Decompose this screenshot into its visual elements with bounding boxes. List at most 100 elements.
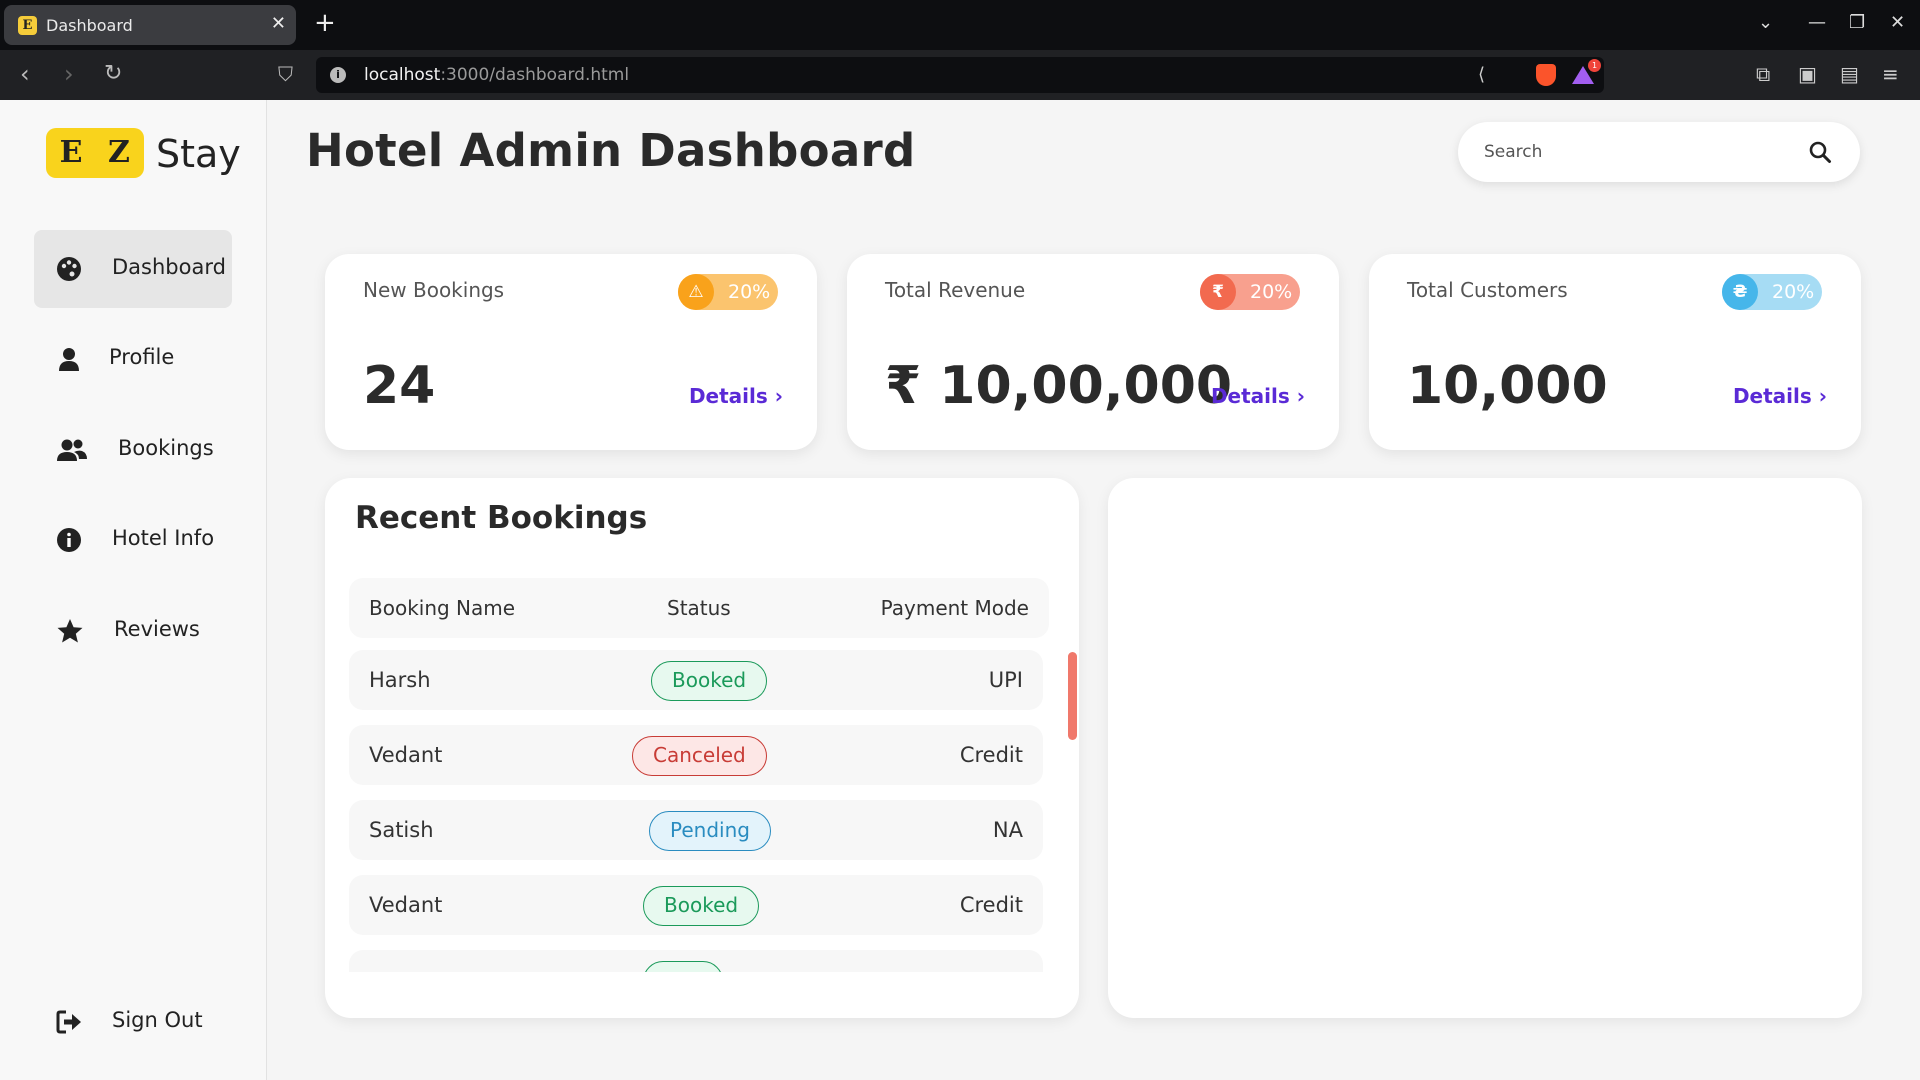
stat-card-total-customers: Total Customers ₴ 20% 10,000 Details › xyxy=(1369,254,1861,450)
stat-badge: ₴ 20% xyxy=(1722,274,1822,310)
status-badge: Pending xyxy=(649,811,771,851)
search-icon[interactable] xyxy=(1808,140,1832,164)
stat-badge: ⚠ 20% xyxy=(678,274,778,310)
close-window-icon[interactable]: ✕ xyxy=(1890,12,1905,33)
sign-out-label: Sign Out xyxy=(112,1008,203,1032)
bookings-list[interactable]: Harsh Booked UPI Vedant Canceled Credit … xyxy=(349,650,1049,972)
payment-mode: UPI xyxy=(988,668,1023,692)
close-tab-icon[interactable]: ✕ xyxy=(271,13,286,34)
back-icon[interactable]: ‹ xyxy=(20,60,30,88)
panel-title: Recent Bookings xyxy=(355,500,648,536)
booking-name: Vedant xyxy=(369,893,443,917)
logo-word: Stay xyxy=(156,132,241,176)
sidebar-item-profile[interactable]: Profile xyxy=(34,320,232,398)
sidebar-item-label: Reviews xyxy=(114,617,200,641)
search-box[interactable] xyxy=(1458,122,1860,182)
stat-value: 24 xyxy=(363,356,436,416)
site-info-icon[interactable]: i xyxy=(330,67,346,83)
status-badge: Canceled xyxy=(632,736,767,776)
rupee-icon: ₹ xyxy=(1200,274,1236,310)
reload-icon[interactable]: ↻ xyxy=(104,60,122,88)
sidebar-item-hotel-info[interactable]: Hotel Info xyxy=(34,501,232,579)
column-header-name: Booking Name xyxy=(369,596,516,620)
column-header-payment: Payment Mode xyxy=(880,596,1029,620)
table-header: Booking Name Status Payment Mode xyxy=(349,578,1049,638)
sidebar-item-label: Hotel Info xyxy=(112,526,215,550)
user-icon xyxy=(56,346,82,372)
stat-badge-text: 20% xyxy=(1772,281,1815,303)
page: E Z Stay Dashboard Profile Bookings Hote… xyxy=(0,100,1920,1080)
booking-name: Harsh xyxy=(369,668,431,692)
logo-letter-e: E xyxy=(46,128,96,178)
sidebar-item-label: Profile xyxy=(109,345,175,369)
rewards-count-badge: 1 xyxy=(1588,59,1601,72)
sidebar-item-reviews[interactable]: Reviews xyxy=(34,592,232,670)
table-row[interactable]: Vedant Canceled Credit xyxy=(349,725,1043,785)
stat-title: Total Customers xyxy=(1407,278,1568,302)
restore-icon[interactable]: ❐ xyxy=(1849,12,1865,33)
stat-badge-text: 20% xyxy=(1250,281,1293,303)
browser-toolbar: ‹ › ↻ ⛉ i localhost:3000/dashboard.html … xyxy=(0,50,1920,100)
status-badge: Booked xyxy=(651,661,768,701)
forward-icon[interactable]: › xyxy=(64,60,74,88)
stat-badge: ₹ 20% xyxy=(1200,274,1300,310)
sign-out-button[interactable]: Sign Out xyxy=(34,983,232,1061)
users-icon xyxy=(56,437,88,463)
booking-name: Satish xyxy=(369,818,434,842)
table-row[interactable]: Vedant Booked Credit xyxy=(349,875,1043,935)
stat-badge-text: 20% xyxy=(728,281,771,303)
sidebar-toggle-icon[interactable]: ▣ xyxy=(1798,62,1817,86)
scrollbar-thumb[interactable] xyxy=(1068,652,1077,740)
stat-card-total-revenue: Total Revenue ₹ 20% ₹ 10,00,000 Details … xyxy=(847,254,1339,450)
payment-mode: Credit xyxy=(959,893,1023,917)
table-row[interactable]: Harsh Booked UPI xyxy=(349,650,1043,710)
menu-icon[interactable]: ≡ xyxy=(1882,62,1899,86)
sidebar-item-label: Dashboard xyxy=(112,255,226,279)
details-link[interactable]: Details › xyxy=(689,384,783,408)
tab-title: Dashboard xyxy=(46,16,133,35)
page-title: Hotel Admin Dashboard xyxy=(306,124,916,177)
stat-card-new-bookings: New Bookings ⚠ 20% 24 Details › xyxy=(325,254,817,450)
address-bar[interactable]: i localhost:3000/dashboard.html ⟨ 1 xyxy=(316,57,1604,93)
sidebar-item-bookings[interactable]: Bookings xyxy=(34,411,232,489)
warning-icon: ⚠ xyxy=(678,274,714,310)
star-icon xyxy=(56,618,83,644)
details-link[interactable]: Details › xyxy=(1733,384,1827,408)
browser-tab[interactable]: E Dashboard ✕ xyxy=(4,5,296,45)
info-icon xyxy=(56,527,82,553)
extensions-icon[interactable]: ⧉ xyxy=(1756,62,1770,86)
sidebar-item-label: Bookings xyxy=(118,436,214,460)
stat-title: New Bookings xyxy=(363,278,505,302)
palette-icon xyxy=(56,256,82,282)
payment-mode: Credit xyxy=(959,743,1023,767)
sign-out-icon xyxy=(56,1009,82,1035)
status-badge-partial xyxy=(643,961,723,972)
table-row[interactable] xyxy=(349,950,1043,972)
url-text: localhost:3000/dashboard.html xyxy=(364,65,630,85)
status-badge: Booked xyxy=(643,886,760,926)
tab-list-chevron-icon[interactable]: ⌄ xyxy=(1758,12,1773,33)
brave-shields-icon[interactable] xyxy=(1536,64,1556,86)
column-header-status: Status xyxy=(667,596,731,620)
chart-panel xyxy=(1108,478,1862,1018)
payment-mode: NA xyxy=(992,818,1023,842)
logo-letter-z: Z xyxy=(94,128,144,178)
stat-value: 10,000 xyxy=(1407,356,1608,416)
table-row[interactable]: Satish Pending NA xyxy=(349,800,1043,860)
search-input[interactable] xyxy=(1484,136,1784,168)
hryvnia-icon: ₴ xyxy=(1722,274,1758,310)
recent-bookings-panel: Recent Bookings Booking Name Status Paym… xyxy=(325,478,1079,1018)
sidebar-item-dashboard[interactable]: Dashboard xyxy=(34,230,232,308)
browser-tab-bar: E Dashboard ✕ + ⌄ — ❐ ✕ xyxy=(0,0,1920,50)
bookmark-icon[interactable]: ⛉ xyxy=(278,60,293,88)
share-icon[interactable]: ⟨ xyxy=(1478,64,1485,85)
minimize-icon[interactable]: — xyxy=(1808,12,1826,33)
wallet-icon[interactable]: ▤ xyxy=(1840,62,1859,86)
stat-value: ₹ 10,00,000 xyxy=(885,356,1233,416)
booking-name: Vedant xyxy=(369,743,443,767)
tab-favicon: E xyxy=(18,16,37,35)
sidebar: E Z Stay Dashboard Profile Bookings Hote… xyxy=(0,100,267,1080)
new-tab-icon[interactable]: + xyxy=(314,8,336,38)
details-link[interactable]: Details › xyxy=(1211,384,1305,408)
stat-title: Total Revenue xyxy=(885,278,1026,302)
